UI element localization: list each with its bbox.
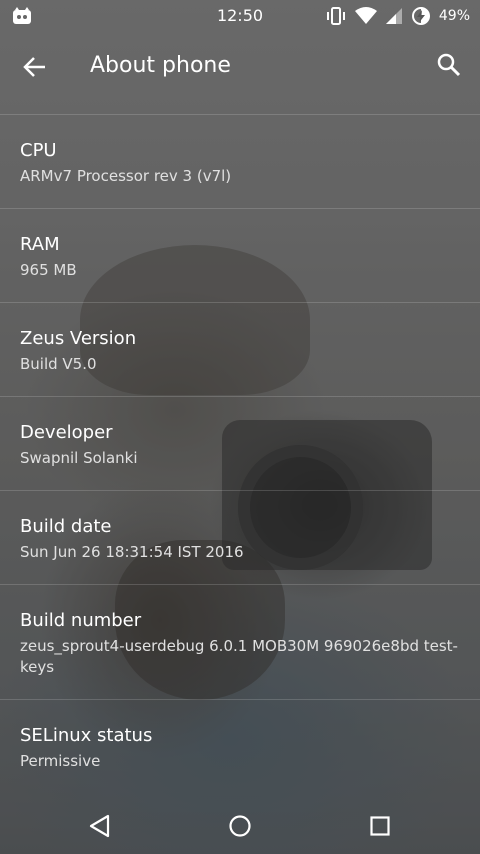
- recents-square-icon: [370, 816, 390, 836]
- about-phone-list: CPU ARMv7 Processor rev 3 (v7l) RAM 965 …: [0, 114, 480, 793]
- item-title: CPU: [20, 140, 57, 161]
- item-title: Build number: [20, 610, 142, 631]
- list-item-developer[interactable]: Developer Swapnil Solanki: [0, 396, 480, 490]
- item-summary: Swapnil Solanki: [20, 449, 138, 467]
- item-title: RAM: [20, 234, 60, 255]
- status-bar: 12:50 49%: [0, 0, 480, 32]
- list-item-selinux-status[interactable]: SELinux status Permissive: [0, 699, 480, 793]
- item-title: Build date: [20, 516, 112, 537]
- arrow-back-icon: [23, 57, 45, 77]
- item-summary: zeus_sprout4-userdebug 6.0.1 MOB30M 9690…: [20, 637, 458, 676]
- battery-percent: 49%: [438, 8, 470, 24]
- item-summary: 965 MB: [20, 261, 77, 279]
- list-item-cpu[interactable]: CPU ARMv7 Processor rev 3 (v7l): [0, 114, 480, 208]
- nav-recents-button[interactable]: [366, 812, 394, 840]
- item-summary: Sun Jun 26 18:31:54 IST 2016: [20, 543, 244, 561]
- about-phone-screen: 12:50 49% About phone CPU ARMv7 Processo…: [0, 0, 480, 854]
- back-triangle-icon: [89, 814, 110, 838]
- signal-icon: [385, 7, 403, 25]
- search-button[interactable]: [436, 52, 462, 78]
- nav-home-button[interactable]: [226, 812, 254, 840]
- wifi-icon: [354, 7, 377, 25]
- app-toolbar: About phone: [0, 32, 480, 112]
- page-title: About phone: [90, 53, 231, 78]
- list-item-build-number[interactable]: Build number zeus_sprout4-userdebug 6.0.…: [0, 584, 480, 699]
- item-summary: Permissive: [20, 752, 101, 770]
- list-item-build-date[interactable]: Build date Sun Jun 26 18:31:54 IST 2016: [0, 490, 480, 584]
- list-item-zeus-version[interactable]: Zeus Version Build V5.0: [0, 302, 480, 396]
- item-summary: Build V5.0: [20, 355, 97, 373]
- item-title: Zeus Version: [20, 328, 137, 349]
- back-button[interactable]: [20, 52, 50, 82]
- battery-charging-icon: [411, 6, 431, 26]
- list-item-ram[interactable]: RAM 965 MB: [0, 208, 480, 302]
- vibrate-icon: [325, 6, 347, 26]
- item-summary: ARMv7 Processor rev 3 (v7l): [20, 167, 232, 185]
- item-title: SELinux status: [20, 725, 153, 746]
- search-icon: [437, 53, 461, 77]
- navigation-bar: [0, 798, 480, 854]
- item-title: Developer: [20, 422, 113, 443]
- nav-back-button[interactable]: [86, 812, 114, 840]
- home-circle-icon: [229, 815, 251, 837]
